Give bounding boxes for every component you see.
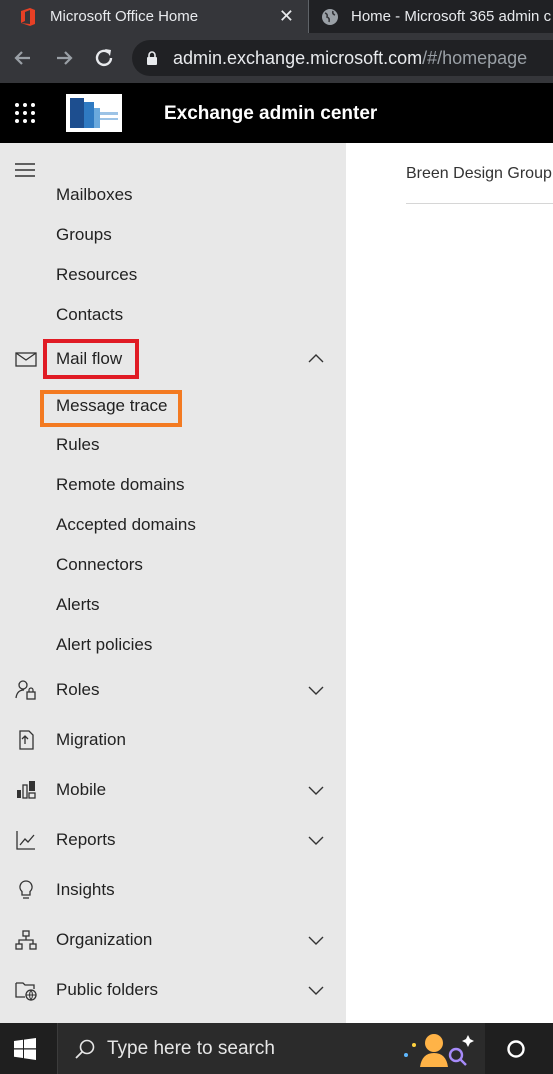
reports-icon [16, 831, 35, 850]
organization-name: Breen Design Group [406, 165, 552, 182]
migration-icon [19, 730, 34, 750]
nav-item-label: Accepted domains [56, 515, 196, 534]
taskbar-search-box[interactable]: Type here to search [57, 1023, 485, 1074]
nav-item-contacts[interactable]: Contacts [0, 295, 346, 335]
address-bar[interactable]: admin.exchange.microsoft.com/#/homepage [132, 40, 553, 76]
chevron-down-icon[interactable] [306, 930, 326, 950]
chevron-down-icon[interactable] [306, 780, 326, 800]
nav-item-connectors[interactable]: Connectors [0, 545, 346, 585]
office-icon [21, 7, 35, 26]
highlight-box-message-trace [40, 390, 182, 427]
mail-icon [15, 352, 37, 367]
company-logo[interactable] [66, 94, 122, 132]
back-arrow-icon[interactable] [10, 45, 36, 71]
nav-item-alert-policies[interactable]: Alert policies [0, 625, 346, 665]
app-header: Exchange admin center [0, 83, 553, 143]
nav-item-label: Alert policies [56, 635, 153, 654]
nav-item-resources[interactable]: Resources [0, 255, 346, 295]
nav-item-label: Groups [56, 225, 112, 244]
lightbulb-icon [19, 880, 33, 899]
search-placeholder: Type here to search [107, 1038, 275, 1059]
nav-item-mailboxes[interactable]: Mailboxes [0, 175, 346, 215]
left-nav-pane: Mailboxes Groups Resources Contacts Mail… [0, 143, 346, 1023]
browser-tab-strip: Microsoft Office Home ✕ Home - Microsoft… [0, 0, 553, 33]
app-launcher-icon[interactable] [14, 102, 36, 124]
nav-item-roles[interactable]: Roles [0, 670, 346, 710]
highlight-box-mail-flow [43, 339, 139, 379]
reload-icon[interactable] [91, 45, 117, 71]
main-content: Breen Design Group [346, 143, 553, 1023]
nav-item-migration[interactable]: Migration [0, 720, 346, 760]
nav-item-remote-domains[interactable]: Remote domains [0, 465, 346, 505]
search-icon [75, 1039, 95, 1059]
chevron-down-icon[interactable] [306, 830, 326, 850]
chevron-up-icon[interactable] [306, 349, 326, 369]
url-host: admin.exchange.microsoft.com [173, 47, 423, 68]
mobile-icon [17, 781, 36, 799]
nav-item-organization[interactable]: Organization [0, 920, 346, 960]
nav-item-label: Remote domains [56, 475, 185, 494]
windows-start-icon[interactable] [14, 1038, 36, 1060]
url-path: /#/homepage [422, 47, 528, 68]
nav-item-label: Roles [56, 680, 100, 699]
globe-icon [322, 8, 338, 25]
nav-item-label: Insights [56, 880, 115, 899]
nav-item-label: Mobile [56, 780, 107, 799]
chevron-down-icon[interactable] [306, 980, 326, 1000]
chevron-down-icon[interactable] [306, 680, 326, 700]
public-folders-icon [15, 982, 37, 1001]
nav-item-label: Public folders [56, 980, 159, 999]
browser-tab-office-home[interactable]: Microsoft Office Home ✕ [0, 0, 308, 33]
nav-item-label: Rules [56, 435, 100, 454]
nav-item-label: Connectors [56, 555, 143, 574]
tab-title: Microsoft Office Home [50, 8, 199, 25]
browser-tab-m365-admin[interactable]: Home - Microsoft 365 admin c [308, 0, 553, 33]
tab-title: Home - Microsoft 365 admin c [351, 8, 552, 25]
nav-item-label: Reports [56, 830, 116, 849]
nav-item-accepted-domains[interactable]: Accepted domains [0, 505, 346, 545]
nav-item-label: Mailboxes [56, 185, 133, 204]
nav-item-label: Migration [56, 730, 126, 749]
cortana-icon[interactable] [506, 1039, 526, 1059]
nav-item-insights[interactable]: Insights [0, 870, 346, 910]
nav-item-reports[interactable]: Reports [0, 820, 346, 860]
nav-item-alerts[interactable]: Alerts [0, 585, 346, 625]
forward-arrow-icon[interactable] [51, 45, 77, 71]
nav-item-groups[interactable]: Groups [0, 215, 346, 255]
organization-icon [15, 930, 37, 950]
nav-item-label: Contacts [56, 305, 124, 324]
nav-item-label: Alerts [56, 595, 100, 614]
nav-item-label: Organization [56, 930, 153, 949]
app-title: Exchange admin center [164, 103, 378, 124]
lock-icon [147, 51, 157, 65]
windows-taskbar: Type here to search [0, 1023, 553, 1074]
divider [406, 203, 553, 204]
browser-toolbar: admin.exchange.microsoft.com/#/homepage [0, 33, 553, 83]
nav-item-mobile[interactable]: Mobile [0, 770, 346, 810]
nav-item-label: Resources [56, 265, 138, 284]
nav-item-rules[interactable]: Rules [0, 425, 346, 465]
roles-icon [15, 680, 36, 700]
close-tab-icon[interactable]: ✕ [279, 6, 294, 27]
search-highlight-illustration-icon [404, 1034, 474, 1067]
nav-item-public-folders[interactable]: Public folders [0, 970, 346, 1010]
